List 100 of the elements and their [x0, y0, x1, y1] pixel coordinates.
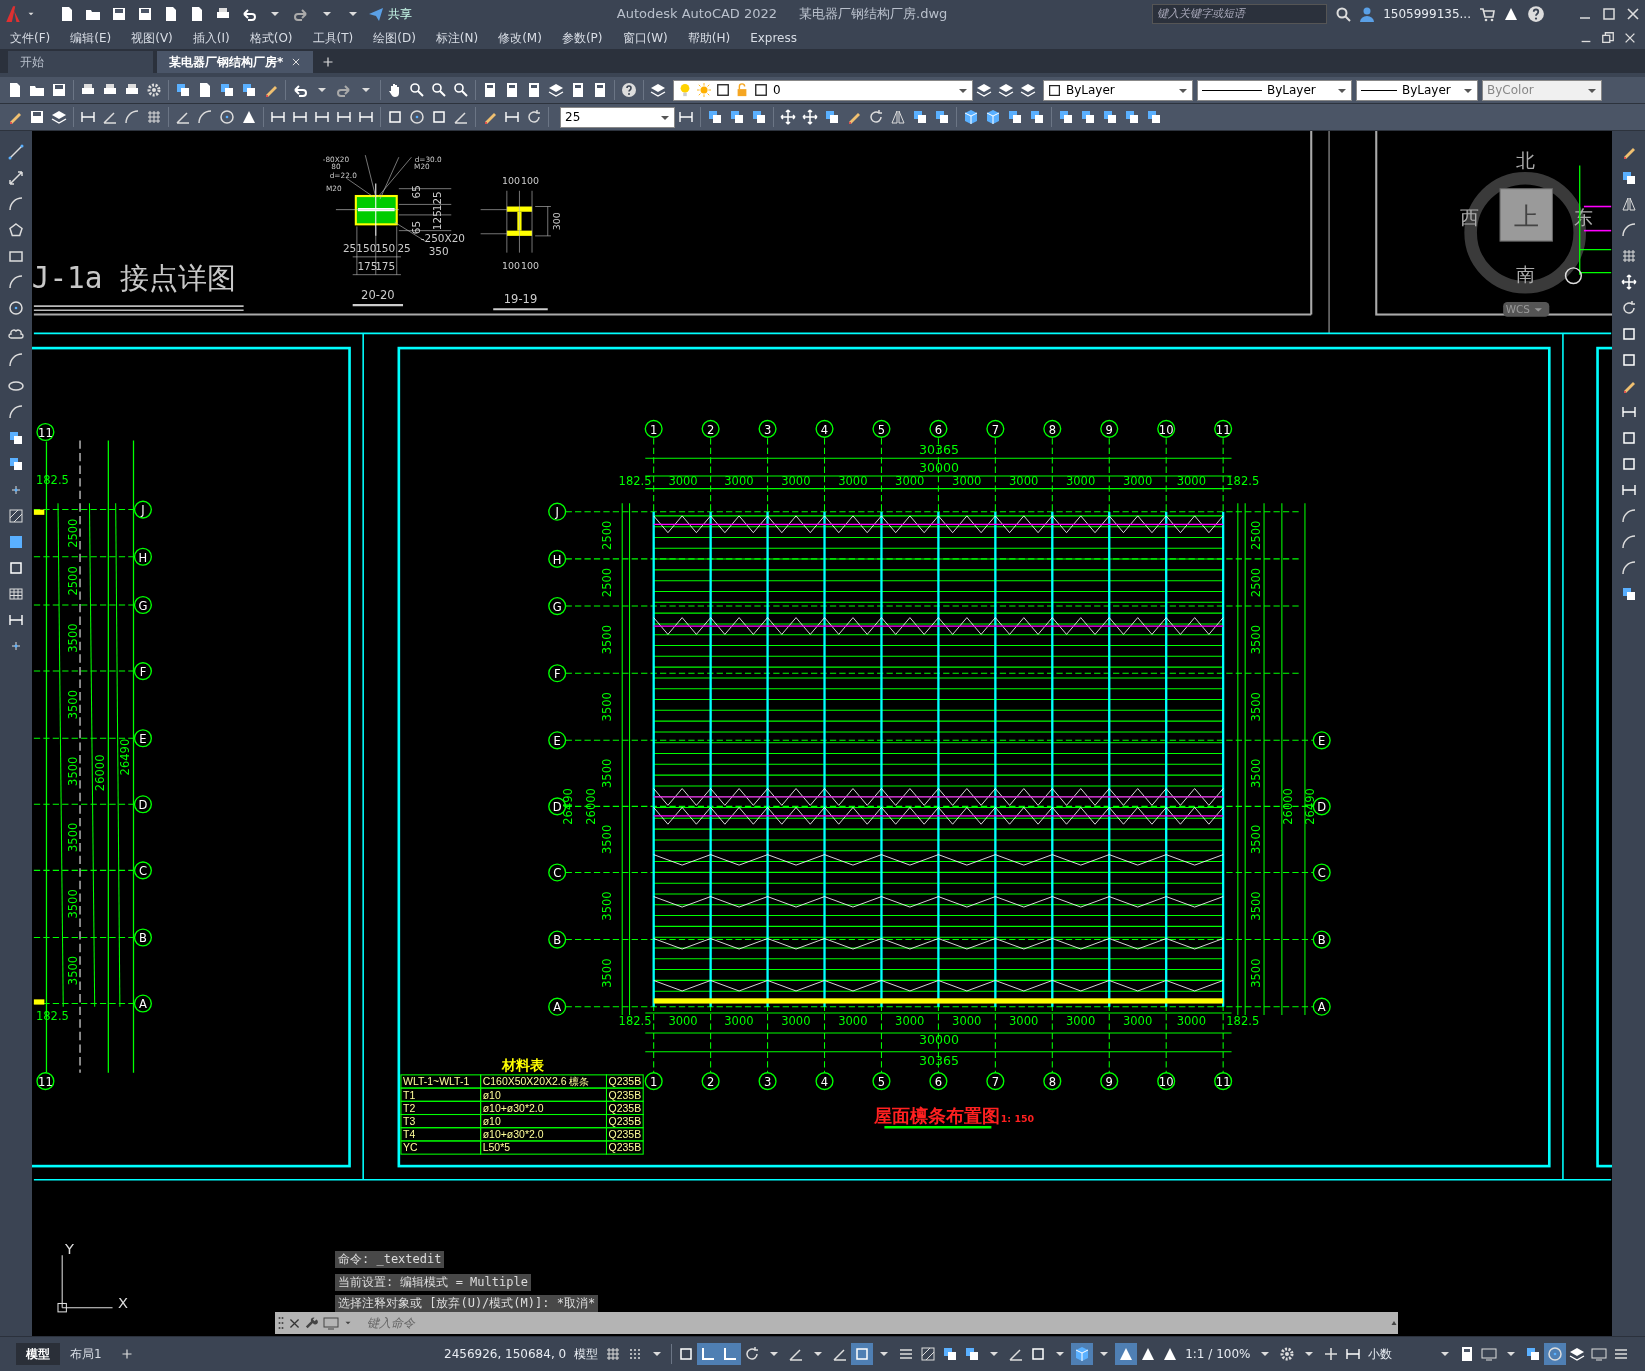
- arc-icon[interactable]: [8, 352, 24, 368]
- circle-icon[interactable]: [1547, 1346, 1564, 1362]
- close-icon[interactable]: [291, 57, 302, 67]
- calculator-icon[interactable]: [482, 82, 498, 98]
- copy-icon[interactable]: [1146, 109, 1162, 125]
- document-icon[interactable]: [197, 82, 213, 98]
- circle-icon[interactable]: [409, 109, 425, 125]
- calculator-icon[interactable]: [570, 82, 586, 98]
- menu-item[interactable]: 插入(I): [182, 29, 240, 47]
- help-icon[interactable]: [1527, 4, 1545, 23]
- coordinates-readout[interactable]: 2456926, 150684, 0: [440, 1345, 571, 1363]
- angle-icon[interactable]: [175, 109, 191, 125]
- magnifier-icon[interactable]: [453, 82, 469, 98]
- copy-icon[interactable]: [1102, 109, 1118, 125]
- document-icon[interactable]: [59, 5, 75, 22]
- layers-icon[interactable]: [976, 82, 992, 98]
- save-icon[interactable]: [29, 109, 45, 125]
- units-dropdown[interactable]: 小数: [1364, 1345, 1435, 1363]
- layers-icon[interactable]: [1569, 1346, 1586, 1362]
- pentagon-icon[interactable]: [8, 222, 24, 238]
- arc-icon[interactable]: [1620, 560, 1637, 576]
- command-input[interactable]: 键入命令: [365, 1313, 1386, 1333]
- layers-icon[interactable]: [1020, 82, 1036, 98]
- search-field[interactable]: 键入关键字或短语: [1152, 3, 1328, 24]
- move-icon[interactable]: [1620, 274, 1637, 290]
- menu-item[interactable]: 修改(M): [488, 29, 552, 47]
- gear-icon[interactable]: [146, 82, 162, 98]
- grid-icon[interactable]: [605, 1346, 622, 1362]
- copy-icon[interactable]: [1080, 109, 1096, 125]
- angle-icon[interactable]: [832, 1346, 849, 1362]
- cube-icon[interactable]: [963, 109, 979, 125]
- circle-icon[interactable]: [219, 109, 235, 125]
- plus-icon[interactable]: [120, 1348, 133, 1360]
- calculator-icon[interactable]: [526, 82, 542, 98]
- line-icon[interactable]: [8, 144, 24, 160]
- dimension-icon[interactable]: [270, 109, 286, 125]
- calculator-icon[interactable]: [504, 82, 520, 98]
- angle-icon[interactable]: [1008, 1346, 1025, 1362]
- copy-icon[interactable]: [1124, 109, 1140, 125]
- cube-icon[interactable]: [985, 109, 1001, 125]
- arc-icon[interactable]: [1620, 534, 1637, 550]
- menu-icon[interactable]: [1613, 1346, 1630, 1362]
- cloud-icon[interactable]: [8, 326, 24, 342]
- undo-icon[interactable]: [292, 82, 308, 98]
- square-icon[interactable]: [431, 109, 447, 125]
- magnifier-icon[interactable]: [409, 82, 425, 98]
- menu-item[interactable]: 格式(O): [239, 29, 303, 47]
- square-icon[interactable]: [8, 560, 24, 576]
- copy-icon[interactable]: [175, 82, 191, 98]
- save-icon[interactable]: [111, 5, 127, 22]
- dimension-icon[interactable]: [80, 109, 96, 125]
- calculator-icon[interactable]: [592, 82, 608, 98]
- close-icon[interactable]: [288, 1316, 301, 1330]
- monitor-icon[interactable]: [1481, 1346, 1498, 1362]
- dimension-icon[interactable]: [1345, 1346, 1362, 1362]
- mirror-icon[interactable]: [890, 109, 906, 125]
- user-icon[interactable]: [1359, 5, 1376, 22]
- corner-icon[interactable]: [722, 1346, 739, 1362]
- lineweight-dropdown[interactable]: ByLayer: [1356, 79, 1478, 101]
- circle-icon[interactable]: [8, 300, 24, 316]
- rotate-icon[interactable]: [526, 109, 542, 125]
- document-tab[interactable]: 某电器厂钢结构厂房*: [157, 51, 314, 73]
- search-icon[interactable]: [1335, 5, 1352, 22]
- layers-icon[interactable]: [51, 109, 67, 125]
- dimension-icon[interactable]: [678, 109, 694, 125]
- arc-icon[interactable]: [8, 404, 24, 420]
- copy-icon[interactable]: [1620, 170, 1637, 186]
- dimension-icon[interactable]: [292, 109, 308, 125]
- dimension-icon[interactable]: [314, 109, 330, 125]
- layer-dropdown[interactable]: 0: [673, 79, 973, 101]
- arc-icon[interactable]: [1620, 222, 1637, 238]
- fill-icon[interactable]: [8, 534, 24, 550]
- user-name[interactable]: 1505999135...: [1383, 4, 1471, 23]
- share-button[interactable]: 共享: [368, 4, 412, 23]
- menu-item[interactable]: 绘图(D): [363, 29, 426, 47]
- triangle-icon[interactable]: [1118, 1346, 1135, 1362]
- cube-icon[interactable]: [1074, 1346, 1091, 1362]
- copy-icon[interactable]: [729, 109, 745, 125]
- redo-icon[interactable]: [336, 82, 352, 98]
- angle-icon[interactable]: [102, 109, 118, 125]
- maximize-icon[interactable]: [1601, 5, 1617, 22]
- menu-icon[interactable]: [898, 1346, 915, 1362]
- copy-icon[interactable]: [1058, 109, 1074, 125]
- square-icon[interactable]: [387, 109, 403, 125]
- dimension-icon[interactable]: [1620, 404, 1637, 420]
- linetype-dropdown[interactable]: ByLayer: [1197, 79, 1352, 101]
- document-icon[interactable]: [189, 5, 205, 22]
- dimension-icon[interactable]: [1620, 482, 1637, 498]
- grip-icon[interactable]: [278, 1315, 284, 1331]
- rotate-icon[interactable]: [868, 109, 884, 125]
- square-icon[interactable]: [678, 1346, 695, 1362]
- dimension-icon[interactable]: [336, 109, 352, 125]
- menu-item[interactable]: 标注(N): [425, 29, 489, 47]
- angle-icon[interactable]: [788, 1346, 805, 1362]
- dimension-icon[interactable]: [504, 109, 520, 125]
- corner-icon[interactable]: [700, 1346, 717, 1362]
- hatch-icon[interactable]: [920, 1346, 937, 1362]
- move-icon[interactable]: [802, 109, 818, 125]
- triangle-icon[interactable]: [1390, 1319, 1398, 1327]
- copy-icon[interactable]: [8, 430, 24, 446]
